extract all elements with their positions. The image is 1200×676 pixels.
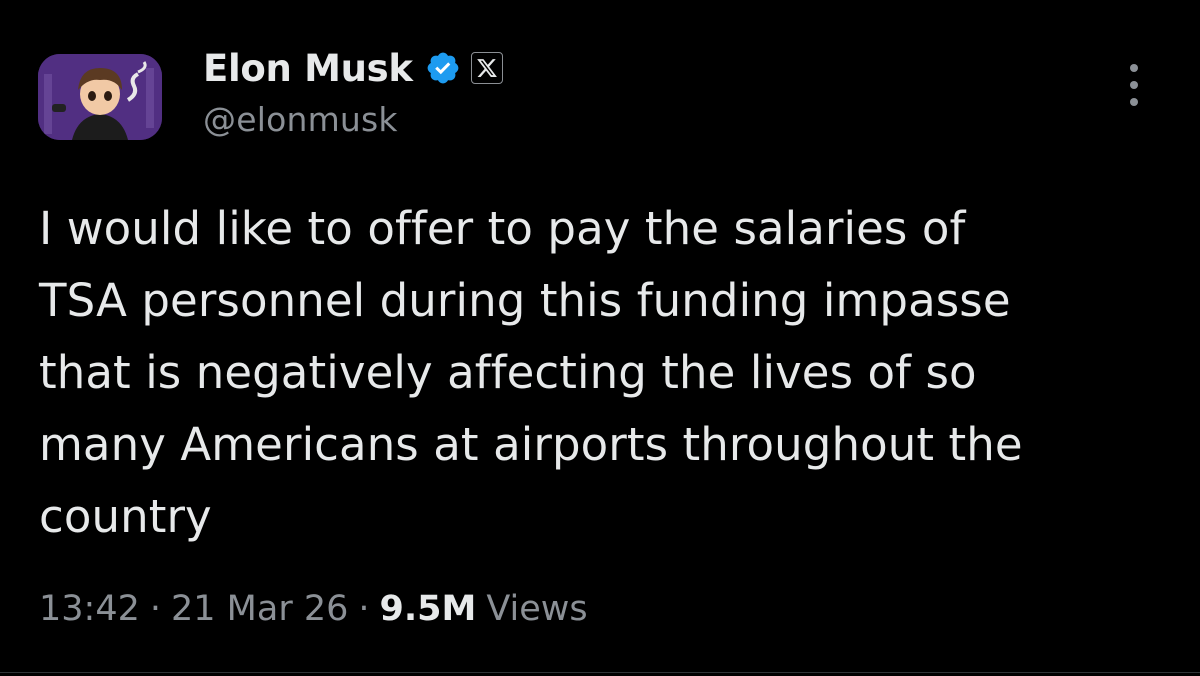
tweet-time[interactable]: 13:42 [39,589,140,629]
tweet-card: Elon Musk @elonmusk I would like to offe… [0,0,1200,676]
more-options-icon[interactable] [1124,64,1144,106]
author-handle[interactable]: @elonmusk [203,100,398,139]
tweet-meta: 13:42 · 21 Mar 26 · 9.5M Views [39,584,588,634]
tweet-date[interactable]: 21 Mar 26 [171,589,348,629]
x-logo-icon[interactable] [470,52,503,84]
meta-separator: · [358,589,370,629]
views-label[interactable]: Views [486,589,587,629]
more-dot [1130,81,1138,89]
profile-avatar[interactable] [38,54,162,140]
verified-badge-icon[interactable] [425,50,461,86]
views-count[interactable]: 9.5M [380,589,477,629]
display-name[interactable]: Elon Musk [203,47,413,90]
tweet-text: I would like to offer to pay the salarie… [39,202,1023,543]
divider [0,672,1200,673]
meta-separator: · [149,589,162,629]
more-dot [1130,98,1138,106]
more-dot [1130,64,1138,72]
author-name-row: Elon Musk [203,43,503,93]
